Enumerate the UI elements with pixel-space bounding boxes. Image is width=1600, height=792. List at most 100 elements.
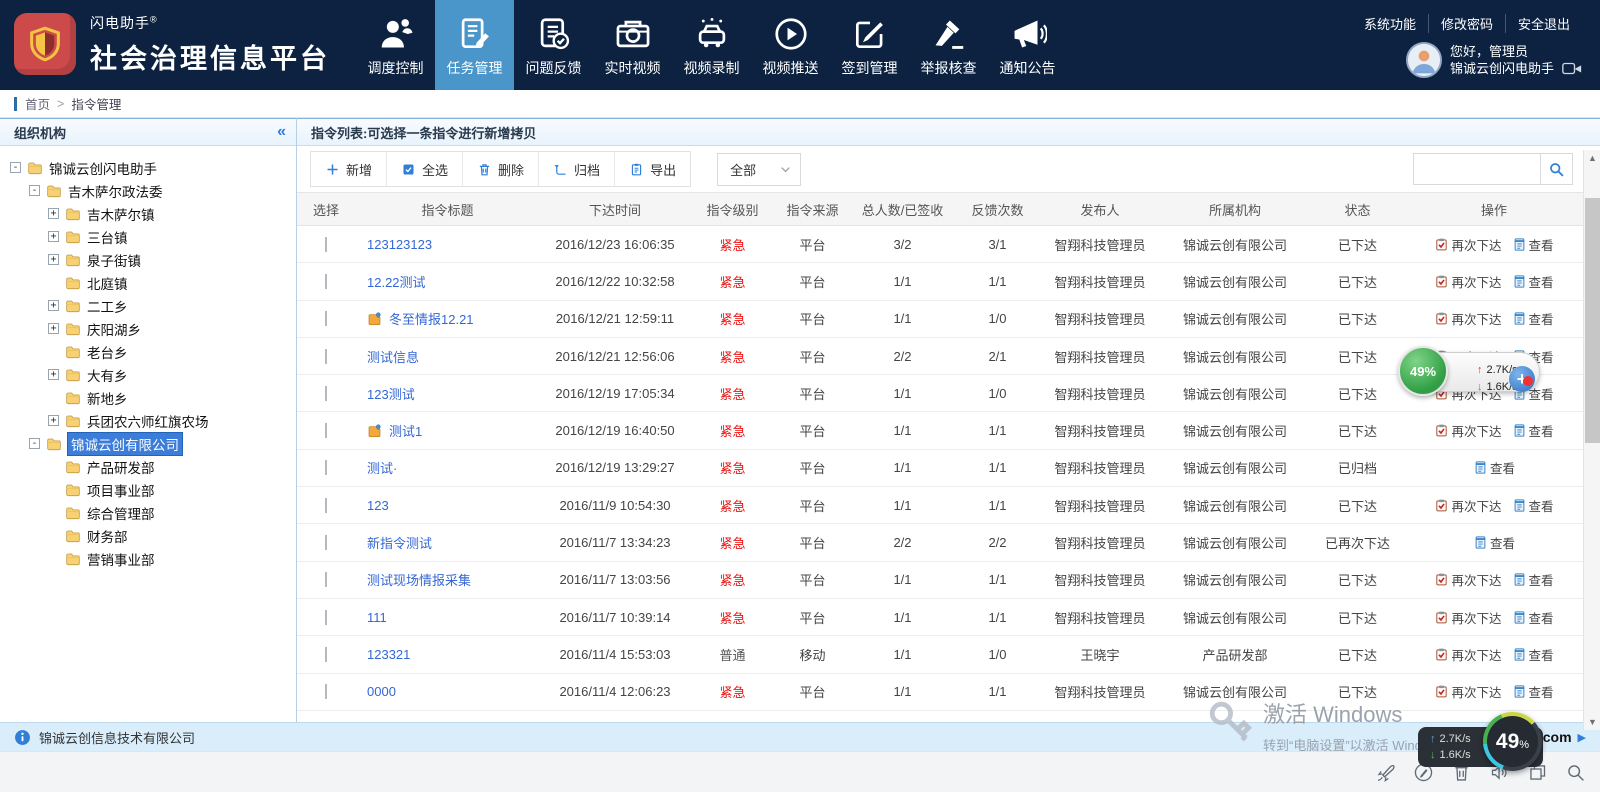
delete-button[interactable]: 删除 <box>462 152 538 186</box>
scrollbar[interactable]: ▲ ▼ <box>1583 150 1600 730</box>
row-checkbox[interactable] <box>325 572 327 587</box>
tree-node[interactable]: + 二工乡 <box>0 294 296 317</box>
breadcrumb-home[interactable]: 首页 <box>25 94 50 113</box>
tree-node[interactable]: 营销事业部 <box>0 547 296 570</box>
nav-item-task[interactable]: 任务管理 <box>435 0 514 90</box>
scroll-up-icon[interactable]: ▲ <box>1584 150 1600 166</box>
top-link-0[interactable]: 系统功能 <box>1352 14 1428 33</box>
row-checkbox[interactable] <box>325 684 327 699</box>
memory-usage-ball-dark[interactable]: 49 % <box>1483 712 1542 771</box>
tree-node[interactable]: +吉木萨尔镇 <box>0 202 296 225</box>
collapse-node-icon[interactable]: - <box>10 162 21 173</box>
archive-button[interactable]: 归档 <box>538 152 614 186</box>
row-checkbox[interactable] <box>325 237 327 252</box>
instruction-title-link[interactable]: 111 <box>367 610 387 625</box>
row-checkbox[interactable] <box>325 423 327 438</box>
tree-node[interactable]: 综合管理部 <box>0 501 296 524</box>
row-checkbox[interactable] <box>325 647 327 662</box>
tree-node-label[interactable]: 泉子街镇 <box>87 250 141 270</box>
view-action[interactable]: 查看 <box>1512 309 1554 328</box>
resend-action[interactable]: 再次下达 <box>1434 570 1501 589</box>
nav-item-record[interactable]: 视频录制 <box>672 0 751 90</box>
row-checkbox[interactable] <box>325 349 327 364</box>
rocket-icon[interactable] <box>1375 762 1396 783</box>
view-action[interactable]: 查看 <box>1512 682 1554 701</box>
tree-node-label[interactable]: 产品研发部 <box>87 457 155 477</box>
network-monitor-widget[interactable]: ↑2.7K/s ↓1.6K/s + 49% <box>1398 346 1546 398</box>
tree-node[interactable]: 北庭镇 <box>0 271 296 294</box>
tree-node-label[interactable]: 二工乡 <box>87 296 128 316</box>
resend-action[interactable]: 再次下达 <box>1434 235 1501 254</box>
tree-node[interactable]: 产品研发部 <box>0 455 296 478</box>
instruction-title-link[interactable]: 123测试 <box>367 384 415 403</box>
expand-node-icon[interactable]: + <box>48 415 59 426</box>
row-checkbox[interactable] <box>325 498 327 513</box>
view-action[interactable]: 查看 <box>1512 235 1554 254</box>
tree-node[interactable]: +泉子街镇 <box>0 248 296 271</box>
nav-item-push[interactable]: 视频推送 <box>751 0 830 90</box>
view-action[interactable]: 查看 <box>1512 570 1554 589</box>
tree-node-label[interactable]: 综合管理部 <box>87 503 155 523</box>
instruction-title-link[interactable]: 测试信息 <box>367 347 419 366</box>
search-input[interactable] <box>1413 153 1541 185</box>
tree-node[interactable]: 项目事业部 <box>0 478 296 501</box>
expand-node-icon[interactable]: + <box>48 208 59 219</box>
resend-action[interactable]: 再次下达 <box>1434 496 1501 515</box>
view-action[interactable]: 查看 <box>1473 533 1515 552</box>
resend-action[interactable]: 再次下达 <box>1434 608 1501 627</box>
tree-node-label[interactable]: 吉木萨尔政法委 <box>68 181 163 201</box>
nav-item-dispatch[interactable]: 调度控制 <box>356 0 435 90</box>
magnifier-icon[interactable] <box>1565 762 1586 783</box>
tree-node-label[interactable]: 项目事业部 <box>87 480 155 500</box>
collapse-node-icon[interactable]: - <box>29 185 40 196</box>
tree-node-label[interactable]: 三台镇 <box>87 227 128 247</box>
row-checkbox[interactable] <box>325 311 327 326</box>
instruction-title-link[interactable]: 测试1 <box>389 421 422 440</box>
resend-action[interactable]: 再次下达 <box>1434 421 1501 440</box>
expand-node-icon[interactable]: + <box>48 300 59 311</box>
expand-node-icon[interactable]: + <box>48 323 59 334</box>
view-action[interactable]: 查看 <box>1512 645 1554 664</box>
tree-node[interactable]: 财务部 <box>0 524 296 547</box>
collapse-sidebar-icon[interactable]: « <box>277 124 286 140</box>
tree-node-label[interactable]: 老台乡 <box>87 342 128 362</box>
instruction-title-link[interactable]: 12.22测试 <box>367 272 426 291</box>
top-link-2[interactable]: 安全退出 <box>1505 14 1582 33</box>
tree-node[interactable]: -锦诚云创闪电助手 <box>0 156 296 179</box>
row-checkbox[interactable] <box>325 274 327 289</box>
scrollbar-thumb[interactable] <box>1585 198 1600 443</box>
tree-node-label[interactable]: 锦诚云创有限公司 <box>68 433 182 455</box>
camera-small-icon[interactable] <box>1562 62 1582 75</box>
tree-node-label[interactable]: 营销事业部 <box>87 549 155 569</box>
view-action[interactable]: 查看 <box>1512 421 1554 440</box>
tree-node-label[interactable]: 财务部 <box>87 526 128 546</box>
scroll-down-icon[interactable]: ▼ <box>1584 714 1600 730</box>
view-action[interactable]: 查看 <box>1473 458 1515 477</box>
instruction-title-link[interactable]: 123123123 <box>367 237 432 252</box>
instruction-title-link[interactable]: 冬至情报12.21 <box>389 309 474 328</box>
tree-node[interactable]: +大有乡 <box>0 363 296 386</box>
tree-node[interactable]: +兵团农六师红旗农场 <box>0 409 296 432</box>
tree-node-label[interactable]: 新地乡 <box>87 388 128 408</box>
accelerate-button[interactable]: + <box>1509 366 1535 392</box>
view-action[interactable]: 查看 <box>1512 496 1554 515</box>
tree-node[interactable]: - 吉木萨尔政法委 <box>0 179 296 202</box>
tree-node[interactable]: + 三台镇 <box>0 225 296 248</box>
tree-node-label[interactable]: 庆阳湖乡 <box>87 319 141 339</box>
expand-node-icon[interactable]: + <box>48 231 59 242</box>
footer-site-arrow-icon[interactable]: ▶ <box>1578 731 1586 744</box>
expand-node-icon[interactable]: + <box>48 369 59 380</box>
export-button[interactable]: 导出 <box>614 152 690 186</box>
avatar[interactable] <box>1406 42 1442 78</box>
instruction-title-link[interactable]: 测试· <box>367 458 397 477</box>
resend-action[interactable]: 再次下达 <box>1434 645 1501 664</box>
instruction-title-link[interactable]: 123321 <box>367 647 410 662</box>
tree-node[interactable]: 新地乡 <box>0 386 296 409</box>
instruction-title-link[interactable]: 新指令测试 <box>367 533 432 552</box>
row-checkbox[interactable] <box>325 460 327 475</box>
instruction-title-link[interactable]: 0000 <box>367 684 396 699</box>
nav-item-notice[interactable]: 通知公告 <box>988 0 1067 90</box>
nav-item-signin[interactable]: 签到管理 <box>830 0 909 90</box>
search-button[interactable] <box>1541 153 1573 185</box>
tree-node[interactable]: + 庆阳湖乡 <box>0 317 296 340</box>
